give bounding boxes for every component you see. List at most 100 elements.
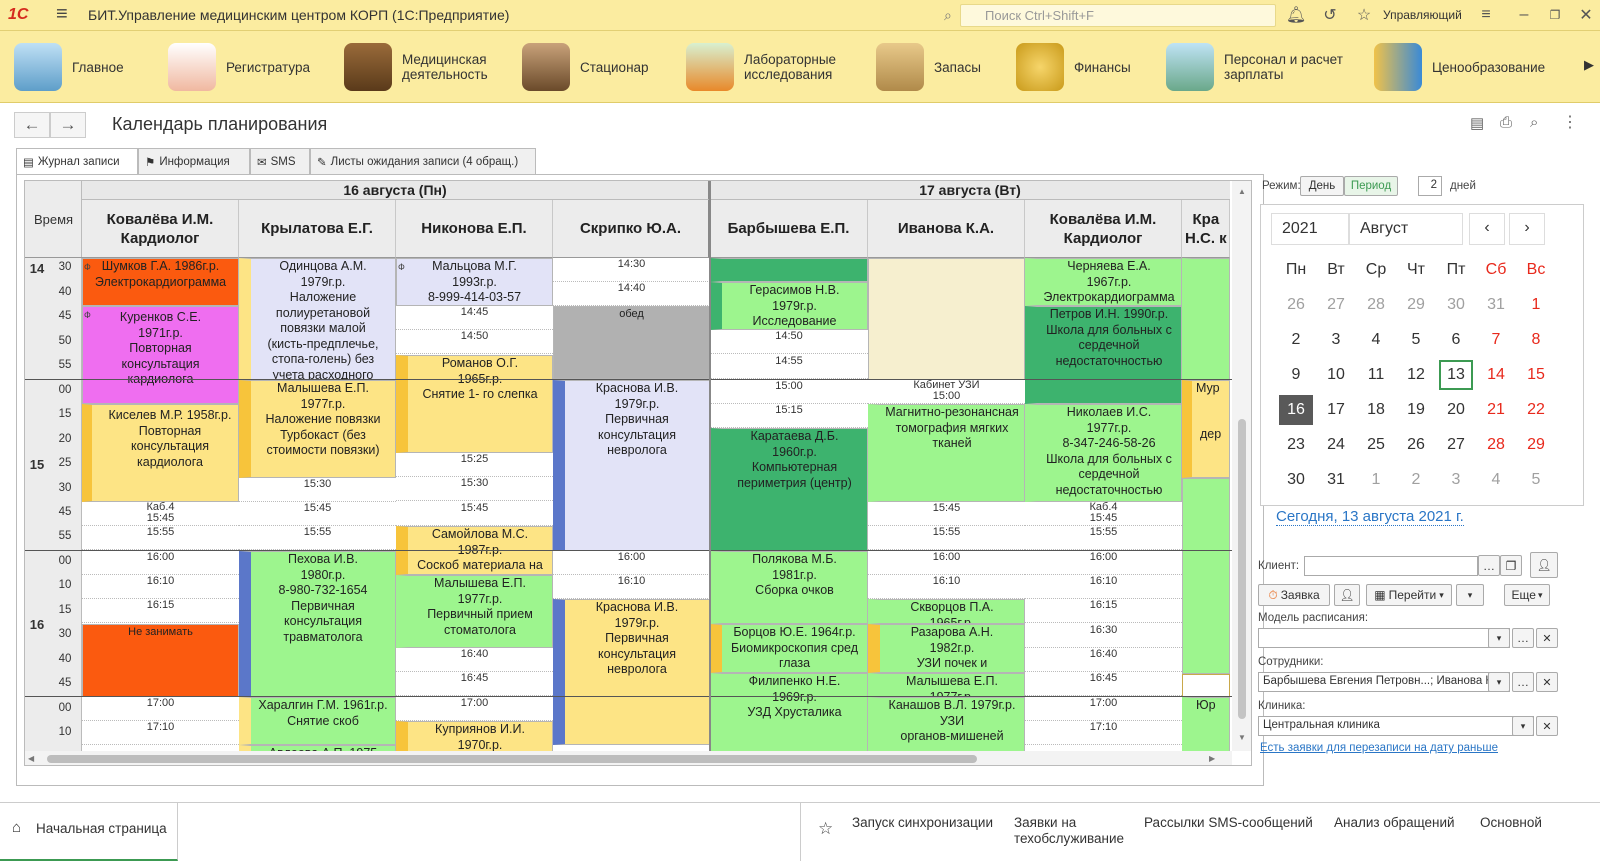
calendar-day[interactable]: 31 (1319, 465, 1353, 495)
calendar-day[interactable]: 11 (1359, 360, 1393, 390)
time-slot[interactable]: 15:55 (239, 526, 396, 550)
time-slot[interactable]: 17:00 (1025, 697, 1182, 721)
calendar-day[interactable]: 27 (1439, 430, 1473, 460)
clinic-dropdown-icon[interactable]: ▾ (1512, 716, 1534, 736)
tab-journal[interactable]: ▤ Журнал записи (16, 148, 138, 175)
calendar-day[interactable]: 2 (1399, 465, 1433, 495)
client-open-icon[interactable]: ❐ (1500, 555, 1522, 576)
calendar-day[interactable]: 26 (1399, 430, 1433, 460)
forward-button[interactable]: → (50, 112, 86, 138)
calendar-day[interactable]: 12 (1399, 360, 1433, 390)
calendar-day[interactable]: 23 (1279, 430, 1313, 460)
appointment[interactable]: Ф Малышева Е.П. 1977г.р. Первичный прием … (396, 575, 553, 648)
time-slot[interactable]: 15:30 (239, 478, 396, 502)
time-slot[interactable]: 15:45 (868, 502, 1025, 526)
time-slot[interactable]: 15:55 (1025, 526, 1182, 550)
horizontal-scroll-thumb[interactable] (47, 755, 977, 763)
vertical-scroll-thumb[interactable] (1238, 419, 1246, 719)
time-slot[interactable]: 15:25 (396, 453, 553, 477)
time-slot[interactable]: 16:40 (396, 648, 553, 672)
appointment[interactable]: Ф Магнитно-резонансная томография мягких … (868, 404, 1025, 502)
appointment[interactable]: Ф Николаев И.С. 1977г.р. 8-347-246-58-26 … (1025, 404, 1182, 502)
clinic-select[interactable]: Центральная клиника (1258, 716, 1534, 736)
model-select[interactable] (1258, 628, 1510, 648)
calendar-day[interactable]: 21 (1479, 395, 1513, 425)
section-pricing[interactable]: Ценообразование (1374, 35, 1545, 99)
section-staff[interactable]: Персонал и расчет зарплаты (1166, 35, 1343, 99)
time-slot[interactable]: 15:30 (396, 477, 553, 501)
model-clear-icon[interactable]: ✕ (1536, 628, 1558, 648)
appointment[interactable]: Ф (1182, 258, 1230, 380)
calendar-day[interactable]: 3 (1319, 325, 1353, 355)
mode-period-button[interactable]: Период (1344, 176, 1398, 196)
client-select-button[interactable]: … (1478, 555, 1500, 576)
appointment[interactable]: Ф Харалгин Г.М. 1961г.р. Снятие скоб (239, 697, 396, 745)
appointment[interactable]: Ф Малышева Е.П. 1977г.р. (868, 673, 1025, 697)
client-card-icon[interactable]: 👤︎ (1530, 552, 1558, 578)
calendar-day[interactable]: 1 (1519, 290, 1553, 320)
bell-icon[interactable]: 🔔︎ (1286, 5, 1306, 25)
add-patient-icon[interactable]: 👤︎ (1334, 584, 1360, 606)
calendar-day[interactable]: 25 (1359, 430, 1393, 460)
time-slot[interactable]: 15:15 (710, 404, 868, 428)
doctor-header[interactable]: Крылатова Е.Г. (239, 200, 396, 258)
time-slot[interactable]: 16:10 (82, 575, 239, 599)
time-slot[interactable]: 14:30 (553, 258, 710, 282)
calendar-day[interactable]: 24 (1319, 430, 1353, 460)
section-finance[interactable]: Финансы (1016, 35, 1131, 99)
time-slot[interactable]: 14:50 (396, 330, 553, 354)
days-count-input[interactable]: 2 (1418, 176, 1442, 196)
doctor-header[interactable]: Ковалёва И.М. Кардиолог (1025, 200, 1182, 258)
calendar-day[interactable]: 20 (1439, 395, 1473, 425)
calendar-day[interactable]: 22 (1519, 395, 1553, 425)
calendar-day[interactable]: 8 (1519, 325, 1553, 355)
time-slot[interactable]: 15:55 (868, 526, 1025, 550)
time-slot[interactable]: 16:00 (82, 551, 239, 575)
calendar-day[interactable]: 17 (1319, 395, 1353, 425)
footer-link[interactable]: Рассылки SMS-сообщений (1144, 815, 1313, 831)
appointment[interactable]: Ф Куренков С.Е. 1971г.р. Повторная консул… (82, 306, 239, 404)
tab-info[interactable]: ⚑ Информация (138, 148, 250, 174)
extra-dropdown-button[interactable]: ▾ (1456, 584, 1484, 606)
staff-select-button[interactable]: … (1512, 672, 1534, 692)
section-registry[interactable]: Регистратура (168, 35, 310, 99)
calendar-day[interactable]: 30 (1279, 465, 1313, 495)
time-slot[interactable]: Каб.4 15:45 (82, 502, 239, 526)
calendar-day[interactable]: 4 (1359, 325, 1393, 355)
section-main[interactable]: Главное (14, 35, 124, 99)
calendar-day[interactable]: 28 (1479, 430, 1513, 460)
time-slot[interactable]: 16:40 (1025, 648, 1182, 672)
tab-waitlist[interactable]: ✎ Листы ожидания записи (4 обращ.) (310, 148, 536, 174)
star-icon[interactable]: ☆ (1354, 5, 1374, 25)
calendar-day[interactable]: 28 (1359, 290, 1393, 320)
time-slot[interactable]: 17:00 (396, 697, 553, 721)
calendar-day[interactable]: 9 (1279, 360, 1313, 390)
appointment[interactable]: Ф Каратаева Д.Б. 1960г.р. Компьютерная пе… (710, 428, 868, 551)
tab-sms[interactable]: ✉ SMS (250, 148, 310, 174)
staff-dropdown-icon[interactable]: ▾ (1488, 672, 1510, 692)
lunch-break[interactable]: обед (553, 306, 710, 379)
save-icon[interactable]: ▤ (1470, 114, 1484, 132)
time-slot[interactable]: 15:00 (710, 380, 868, 404)
calendar-day[interactable]: 15 (1519, 360, 1553, 390)
appointment[interactable]: Герасимов Н.В. 1979г.р. Исследование (710, 282, 868, 330)
appointment[interactable]: Одинцова А.М. 1979г.р. Наложение полиуре… (239, 258, 396, 380)
print-icon[interactable]: ⎙ (1500, 114, 1512, 131)
year-select[interactable]: 2021 (1271, 213, 1349, 245)
time-slot[interactable]: 14:55 (710, 355, 868, 379)
search-input[interactable]: Поиск Ctrl+Shift+F (960, 4, 1276, 27)
calendar-day[interactable]: 18 (1359, 395, 1393, 425)
calendar-day[interactable]: 6 (1439, 325, 1473, 355)
time-slot[interactable]: 15:55 (82, 526, 239, 550)
sections-scroll-right-icon[interactable]: ▶ (1584, 57, 1594, 73)
section-medical[interactable]: Медицинская деятельность (344, 35, 488, 99)
time-slot[interactable]: 17:10 (82, 721, 239, 745)
calendar-day[interactable]: 4 (1479, 465, 1513, 495)
close-icon[interactable]: ✕ (1576, 5, 1596, 25)
time-slot[interactable]: 14:50 (710, 330, 868, 354)
appointment[interactable]: Краснова И.В. 1979г.р. Первичная консуль… (553, 599, 710, 745)
calendar-day[interactable]: 31 (1479, 290, 1513, 320)
back-button[interactable]: ← (14, 112, 50, 138)
prev-month-icon[interactable]: ‹ (1469, 213, 1505, 245)
appointment[interactable]: Ф Шумков Г.А. 1986г.р. Электрокардиограмм… (82, 258, 239, 306)
